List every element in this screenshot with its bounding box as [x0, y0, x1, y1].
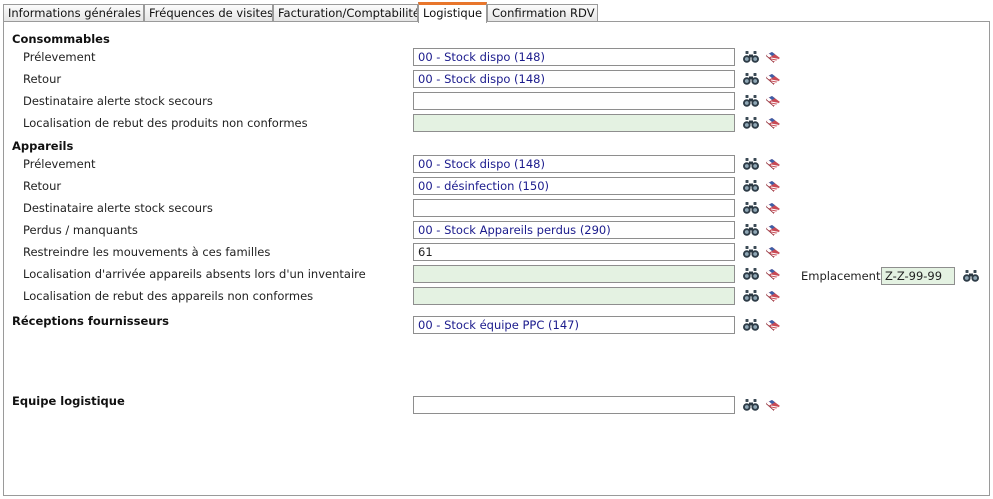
- label-app-localisation-rebut: Localisation de rebut des appareils non …: [23, 289, 314, 303]
- section-consommables-title: Consommables: [12, 32, 110, 46]
- section-equipe-title: Equipe logistique: [12, 394, 125, 408]
- label-app-prelevement: Prélevement: [23, 157, 96, 171]
- field-app-restreindre-familles[interactable]: 61: [413, 243, 735, 261]
- eraser-icon[interactable]: [764, 223, 782, 237]
- label-app-destinataire-alerte: Destinataire alerte stock secours: [23, 201, 213, 215]
- label-conso-destinataire-alerte: Destinataire alerte stock secours: [23, 94, 213, 108]
- field-app-retour[interactable]: 00 - désinfection (150): [413, 177, 735, 195]
- label-app-restreindre-familles: Restreindre les mouvements à ces famille…: [23, 245, 271, 259]
- field-app-destinataire-alerte[interactable]: [413, 199, 735, 217]
- eraser-icon[interactable]: [764, 318, 782, 332]
- eraser-icon[interactable]: [764, 179, 782, 193]
- field-conso-destinataire-alerte[interactable]: [413, 92, 735, 110]
- tab-confirmation-rdv[interactable]: Confirmation RDV: [487, 4, 598, 22]
- search-icon[interactable]: [742, 289, 760, 303]
- field-app-perdus-manquants[interactable]: 00 - Stock Appareils perdus (290): [413, 221, 735, 239]
- search-icon[interactable]: [742, 398, 760, 412]
- eraser-icon[interactable]: [764, 50, 782, 64]
- eraser-icon[interactable]: [764, 157, 782, 171]
- field-conso-localisation-rebut[interactable]: [413, 114, 735, 132]
- label-emplacement: Emplacement: [801, 269, 881, 283]
- search-icon[interactable]: [742, 116, 760, 130]
- label-app-localisation-arrivee: Localisation d'arrivée appareils absents…: [23, 267, 366, 281]
- eraser-icon[interactable]: [764, 398, 782, 412]
- field-conso-retour[interactable]: 00 - Stock dispo (148): [413, 70, 735, 88]
- search-icon[interactable]: [742, 201, 760, 215]
- field-receptions-fournisseurs[interactable]: 00 - Stock équipe PPC (147): [413, 316, 735, 334]
- search-icon[interactable]: [742, 72, 760, 86]
- search-icon[interactable]: [742, 267, 760, 281]
- search-icon[interactable]: [742, 223, 760, 237]
- eraser-icon[interactable]: [764, 245, 782, 259]
- eraser-icon[interactable]: [764, 201, 782, 215]
- search-icon[interactable]: [742, 94, 760, 108]
- search-icon[interactable]: [742, 157, 760, 171]
- field-equipe-logistique[interactable]: [413, 396, 735, 414]
- tab-bar: Informations générales Fréquences de vis…: [3, 2, 990, 23]
- field-app-localisation-arrivee[interactable]: [413, 265, 735, 283]
- search-icon[interactable]: [742, 318, 760, 332]
- field-app-prelevement[interactable]: 00 - Stock dispo (148): [413, 155, 735, 173]
- eraser-icon[interactable]: [764, 116, 782, 130]
- search-icon[interactable]: [742, 50, 760, 64]
- tab-logistique[interactable]: Logistique: [418, 2, 487, 23]
- eraser-icon[interactable]: [764, 72, 782, 86]
- field-emplacement[interactable]: Z-Z-99-99: [881, 267, 955, 285]
- label-conso-prelevement: Prélevement: [23, 50, 96, 64]
- search-icon[interactable]: [742, 245, 760, 259]
- search-icon[interactable]: [742, 179, 760, 193]
- label-conso-retour: Retour: [23, 72, 62, 86]
- eraser-icon[interactable]: [764, 267, 782, 281]
- label-app-perdus-manquants: Perdus / manquants: [23, 223, 138, 237]
- section-receptions-title: Réceptions fournisseurs: [12, 314, 169, 328]
- label-conso-localisation-rebut: Localisation de rebut des produits non c…: [23, 116, 308, 130]
- tab-frequences-de-visites[interactable]: Fréquences de visites: [144, 4, 273, 22]
- field-conso-prelevement[interactable]: 00 - Stock dispo (148): [413, 48, 735, 66]
- field-app-localisation-rebut[interactable]: [413, 287, 735, 305]
- label-app-retour: Retour: [23, 179, 62, 193]
- tab-informations-generales[interactable]: Informations générales: [3, 4, 144, 22]
- tab-facturation-comptabilite[interactable]: Facturation/Comptabilité: [273, 4, 418, 22]
- eraser-icon[interactable]: [764, 289, 782, 303]
- eraser-icon[interactable]: [764, 94, 782, 108]
- section-appareils-title: Appareils: [12, 139, 74, 153]
- search-icon[interactable]: [962, 269, 980, 283]
